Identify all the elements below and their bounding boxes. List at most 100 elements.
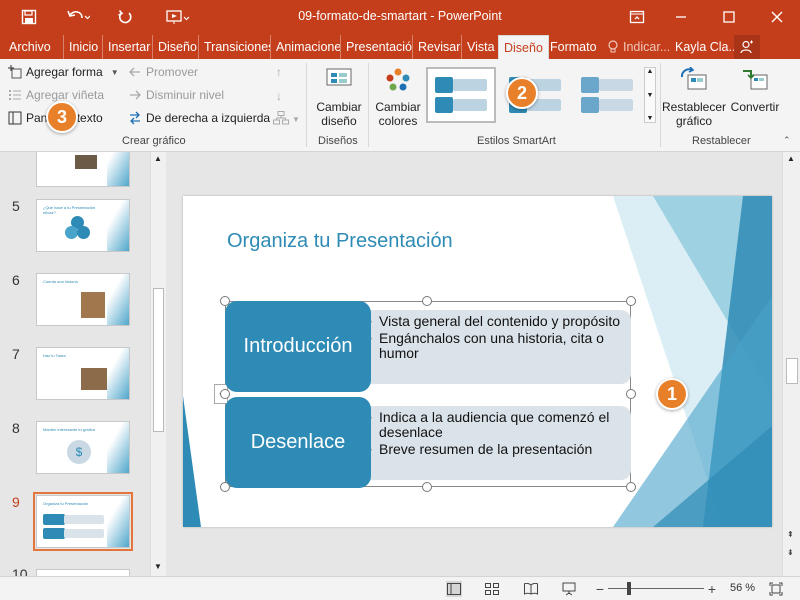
normal-view-icon[interactable] <box>446 581 462 597</box>
tab-inicio[interactable]: Inicio <box>63 35 103 59</box>
layout-options-button[interactable]: ▼ <box>273 111 300 128</box>
move-down-button[interactable]: ↓ <box>276 89 282 103</box>
tab-archivo[interactable]: Archivo <box>4 35 56 59</box>
agregar-forma-button[interactable]: Agregar forma ▼ <box>8 65 119 79</box>
maximize-icon[interactable] <box>714 4 744 30</box>
slideshow-icon[interactable] <box>561 581 577 597</box>
tab-presentacion[interactable]: Presentación <box>340 35 412 59</box>
resize-handle[interactable] <box>220 482 230 492</box>
promover-button[interactable]: Promover <box>128 65 198 79</box>
resize-handle[interactable] <box>626 482 636 492</box>
tab-revisar[interactable]: Revisar <box>412 35 465 59</box>
resize-handle[interactable] <box>422 296 432 306</box>
group-divider <box>660 63 661 147</box>
resize-handle[interactable] <box>626 389 636 399</box>
zoom-slider-track[interactable] <box>608 588 704 589</box>
smartart-style-1[interactable] <box>426 67 496 123</box>
slide-thumbnail[interactable]: ¿Qué hace a tu Presentación eficaz? <box>36 199 130 252</box>
slide-thumbnail-selected[interactable]: Organiza tu Presentación <box>33 492 133 551</box>
agregar-forma-label: Agregar forma <box>26 65 103 79</box>
slide-thumbnail[interactable] <box>36 152 130 187</box>
group-restablecer-label: Restablecer <box>692 135 751 147</box>
tell-me-box[interactable]: Indicar... <box>602 35 675 59</box>
arrow-right-icon <box>128 88 142 102</box>
scroll-down-icon[interactable]: ⇟ <box>787 548 794 557</box>
group-estilos-label: Estilos SmartArt <box>477 135 556 147</box>
slide-title[interactable]: Organiza tu Presentación <box>227 230 453 253</box>
step-badge-2: 2 <box>506 77 538 109</box>
smartart-heading-2[interactable]: Desenlace <box>225 397 371 488</box>
fit-to-window-icon[interactable] <box>768 581 784 597</box>
tab-diseno-smartart[interactable]: Diseño <box>498 35 549 60</box>
ribbon-tabs: Archivo Inicio Insertar Diseño Transicio… <box>0 35 800 60</box>
zoom-in-icon[interactable]: + <box>704 581 720 597</box>
promover-label: Promover <box>146 65 199 79</box>
close-icon[interactable] <box>762 4 792 30</box>
tab-animaciones[interactable]: Animaciones <box>270 35 340 59</box>
cambiar-colores-button[interactable]: Cambiar colores <box>373 63 423 133</box>
tab-vista[interactable]: Vista <box>461 35 500 59</box>
resize-handle[interactable] <box>422 482 432 492</box>
collapse-ribbon-icon[interactable]: ⌃ <box>783 135 791 146</box>
scroll-up-icon[interactable]: ▲ <box>787 154 795 163</box>
share-icon[interactable] <box>734 35 760 59</box>
palette-icon <box>383 67 413 98</box>
scroll-up-icon[interactable]: ⇞ <box>787 530 794 539</box>
tab-diseno[interactable]: Diseño <box>152 35 202 59</box>
slide-thumbnail[interactable] <box>36 569 130 576</box>
save-icon[interactable] <box>14 4 44 30</box>
zoom-slider-thumb[interactable] <box>627 582 631 595</box>
move-up-button[interactable]: ↑ <box>276 65 282 79</box>
slide-thumbnail[interactable]: Haz tu Tarea <box>36 347 130 400</box>
slide-thumbnail[interactable]: Cuenta una historia <box>36 273 130 326</box>
undo-icon[interactable] <box>60 4 96 30</box>
disminuir-nivel-button[interactable]: Disminuir nivel <box>128 88 224 102</box>
tab-insertar[interactable]: Insertar <box>102 35 155 59</box>
smartart-text-box-2[interactable]: Indica a la audiencia que comenzó el des… <box>357 406 631 480</box>
scroll-thumb[interactable] <box>153 288 164 432</box>
reading-view-icon[interactable] <box>523 581 539 597</box>
scroll-up-icon[interactable]: ▲ <box>154 154 162 163</box>
smartart-heading-1[interactable]: Introducción <box>225 301 371 392</box>
slide-thumbnail[interactable]: Mantén interesante tu gráfica $ <box>36 421 130 474</box>
cambiar-diseno-button[interactable]: Cambiar diseño <box>314 63 364 133</box>
convertir-button[interactable]: Convertir <box>727 63 783 133</box>
resize-handle[interactable] <box>220 296 230 306</box>
smartart-text-box-1[interactable]: Vista general del contenido y propósito … <box>357 310 631 384</box>
smartart-style-3[interactable] <box>572 67 642 123</box>
arrow-up-icon: ↑ <box>276 65 282 79</box>
start-slideshow-icon[interactable] <box>160 4 196 30</box>
slide-sorter-icon[interactable] <box>484 581 500 597</box>
tab-formato[interactable]: Formato <box>545 35 602 59</box>
editor-scrollbar[interactable]: ▲ ⇞ ⇟ <box>782 152 800 576</box>
scroll-down-icon[interactable]: ▼ <box>154 562 162 571</box>
gallery-scroll[interactable]: ▲ ▼ ▼ <box>644 67 656 123</box>
slide-number: 6 <box>12 272 20 288</box>
resize-handle[interactable] <box>626 296 636 306</box>
thumbnail-title: ¿Qué hace a tu Presentación eficaz? <box>43 205 96 215</box>
scroll-thumb[interactable] <box>786 358 798 384</box>
thumbnail-image <box>75 155 97 169</box>
redo-icon[interactable] <box>110 4 140 30</box>
tab-transiciones[interactable]: Transiciones <box>198 35 270 59</box>
thumbnail-decoration <box>107 422 129 473</box>
agregar-vineta-button[interactable]: Agregar viñeta <box>8 88 104 102</box>
ribbon-display-options-icon[interactable] <box>622 4 652 30</box>
change-layout-icon <box>323 67 355 98</box>
user-name[interactable]: Kayla Cla... <box>670 35 744 59</box>
zoom-level[interactable]: 56 % <box>730 582 755 594</box>
chevron-down-icon: ▼ <box>292 115 300 124</box>
resize-handle[interactable] <box>220 389 230 399</box>
derecha-izquierda-label: De derecha a izquierda <box>146 111 271 125</box>
thumbnail-image <box>81 368 107 390</box>
thumbnails-scrollbar[interactable]: ▲ ▼ <box>150 152 166 576</box>
restablecer-grafico-button[interactable]: Restablecer gráfico <box>662 63 726 133</box>
convertir-label: Convertir <box>730 100 780 114</box>
minimize-icon[interactable] <box>666 4 696 30</box>
derecha-izquierda-button[interactable]: De derecha a izquierda <box>128 111 270 125</box>
step-badge-3: 3 <box>46 101 78 133</box>
zoom-out-icon[interactable]: − <box>592 581 608 597</box>
more-icon: ▼ <box>646 115 654 122</box>
bullet-item: Vista general del contenido y propósito <box>367 314 623 330</box>
group-divider <box>368 63 369 147</box>
